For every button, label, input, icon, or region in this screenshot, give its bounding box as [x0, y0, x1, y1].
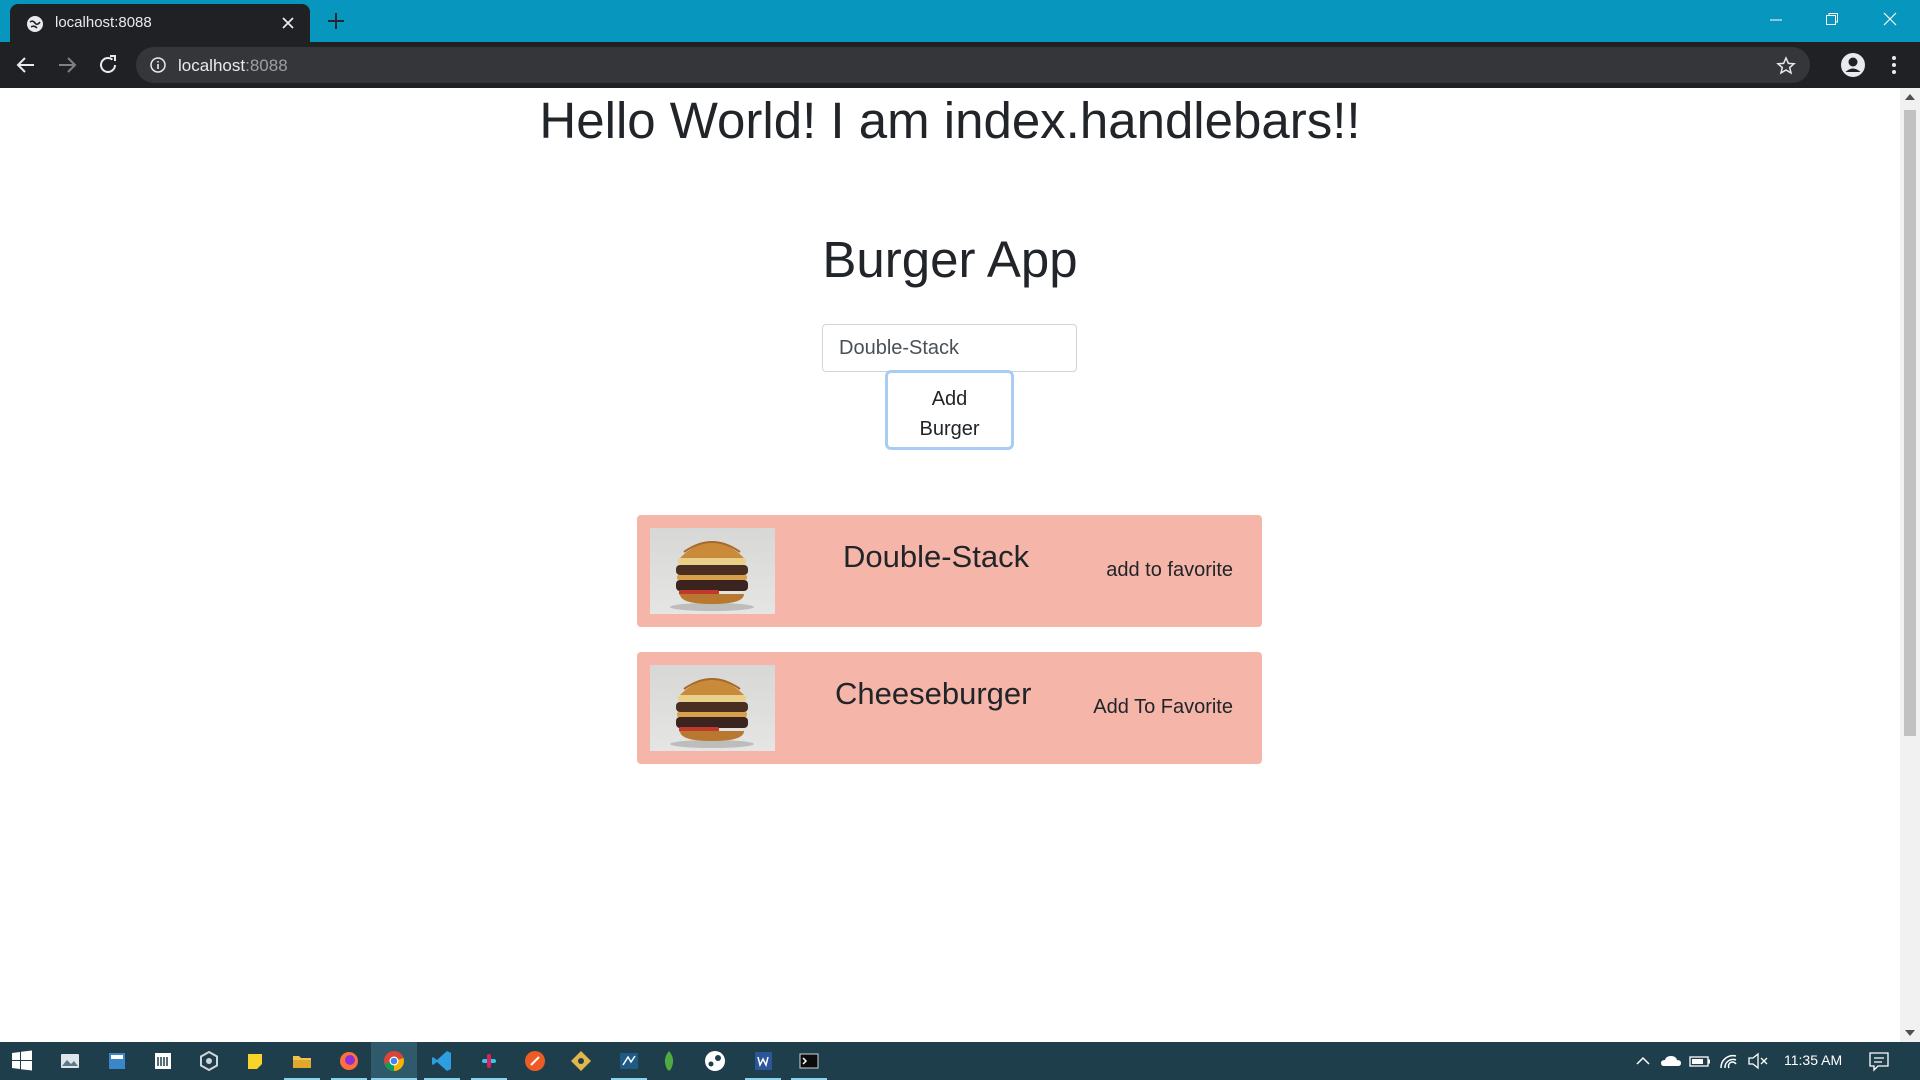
add-burger-label-line1: Add	[931, 387, 968, 410]
url-text: localhost:8088	[178, 56, 288, 76]
more-menu-icon[interactable]	[1884, 54, 1904, 76]
url-port: :8088	[245, 56, 288, 75]
browser-titlebar: localhost:8088	[0, 0, 1920, 42]
profile-icon[interactable]	[1840, 52, 1866, 78]
forward-icon[interactable]	[55, 53, 79, 77]
burger-name-input[interactable]	[822, 324, 1077, 372]
burger-name: Double-Stack	[843, 539, 1030, 574]
url-host: localhost	[178, 56, 246, 75]
media-icon[interactable]	[57, 1048, 83, 1074]
terminal-icon[interactable]	[796, 1048, 822, 1074]
burger-card: Double-Stack add to favorite	[637, 515, 1262, 627]
browser-toolbar: localhost:8088	[0, 42, 1920, 88]
address-bar[interactable]: localhost:8088	[136, 47, 1810, 83]
firefox-icon[interactable]	[336, 1048, 362, 1074]
chevron-up-icon[interactable]	[1630, 1048, 1656, 1074]
scrollbar-thumb[interactable]	[1904, 110, 1916, 736]
globe-icon	[27, 16, 43, 32]
clock-time[interactable]: 11:35 AM	[1784, 1052, 1842, 1068]
info-icon[interactable]	[150, 57, 166, 73]
hello-heading: Hello World! I am index.handlebars!!	[539, 92, 1361, 149]
slack-icon[interactable]	[476, 1048, 502, 1074]
volume-muted-icon[interactable]	[1745, 1048, 1771, 1074]
minimize-button[interactable]	[1748, 0, 1806, 40]
news-icon[interactable]	[150, 1048, 176, 1074]
mongodb-icon[interactable]	[656, 1048, 682, 1074]
gitkraken-icon[interactable]	[568, 1048, 594, 1074]
minimize-icon	[1770, 19, 1782, 21]
restore-icon	[1826, 13, 1838, 25]
battery-icon[interactable]	[1687, 1048, 1713, 1074]
add-to-favorite-button[interactable]: Add To Favorite	[1093, 696, 1233, 719]
close-icon	[1883, 12, 1897, 26]
postman-icon[interactable]	[522, 1048, 548, 1074]
page-title: Burger App	[822, 231, 1078, 288]
file-explorer-icon[interactable]	[289, 1048, 315, 1074]
burger-image	[650, 528, 775, 614]
tab-title: localhost:8088	[55, 14, 152, 31]
burger-name: Cheeseburger	[835, 676, 1032, 711]
close-window-button[interactable]	[1862, 0, 1920, 40]
restore-button[interactable]	[1804, 0, 1862, 40]
bookmark-star-icon[interactable]	[1776, 56, 1796, 76]
chrome-icon[interactable]	[381, 1048, 407, 1074]
page-scrollbar[interactable]	[1900, 88, 1920, 1042]
close-tab-icon[interactable]	[280, 15, 296, 31]
word-icon[interactable]	[750, 1048, 776, 1074]
calculator-icon[interactable]	[104, 1048, 130, 1074]
steam-icon[interactable]	[702, 1048, 728, 1074]
start-icon[interactable]	[9, 1048, 35, 1074]
new-tab-icon[interactable]	[326, 11, 346, 31]
scroll-up-icon[interactable]	[1905, 94, 1915, 100]
add-burger-label-line2: Burger	[919, 417, 980, 440]
scroll-down-icon[interactable]	[1905, 1030, 1915, 1036]
windows-taskbar: 11:35 AM	[0, 1042, 1920, 1080]
wifi-icon[interactable]	[1716, 1048, 1742, 1074]
reload-icon[interactable]	[96, 53, 120, 77]
unity-icon[interactable]	[196, 1048, 222, 1074]
sticky-notes-icon[interactable]	[242, 1048, 268, 1074]
onedrive-icon[interactable]	[1658, 1048, 1684, 1074]
vscode-icon[interactable]	[429, 1048, 455, 1074]
sql-icon[interactable]	[616, 1048, 642, 1074]
browser-tab[interactable]: localhost:8088	[10, 4, 310, 42]
burger-image	[650, 665, 775, 751]
add-burger-button[interactable]: Add Burger	[885, 370, 1014, 450]
page-viewport: Hello World! I am index.handlebars!! Bur…	[0, 88, 1900, 1042]
burger-card: Cheeseburger Add To Favorite	[637, 652, 1262, 764]
add-to-favorite-button[interactable]: add to favorite	[1106, 559, 1233, 582]
back-icon[interactable]	[14, 53, 38, 77]
notification-icon[interactable]	[1866, 1048, 1892, 1074]
